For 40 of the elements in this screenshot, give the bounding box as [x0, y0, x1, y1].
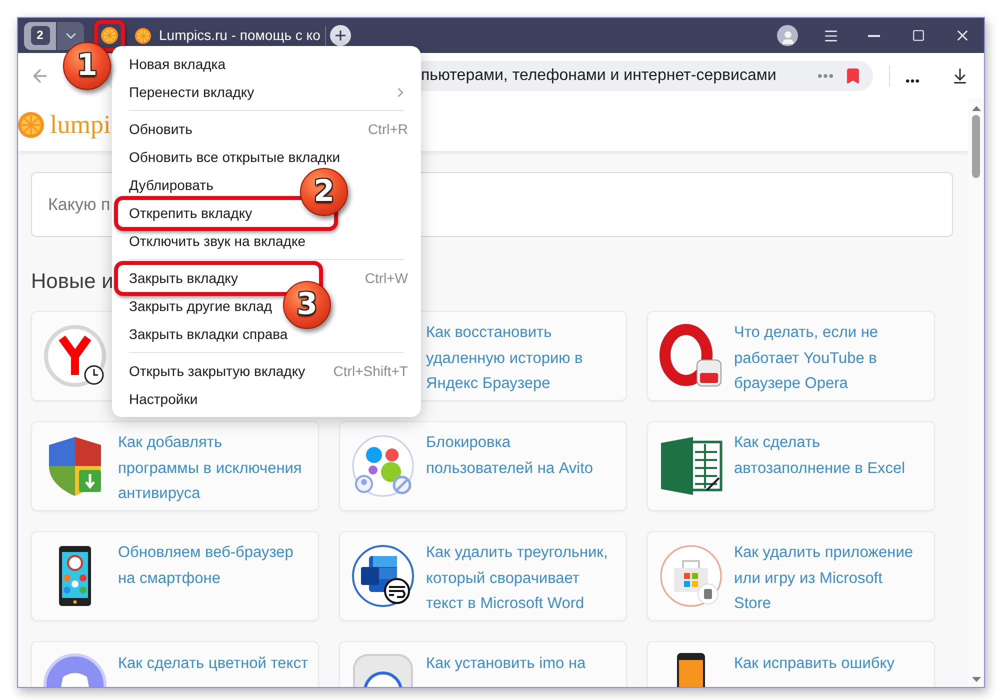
citrus-slice-icon: [101, 27, 118, 44]
keyboard-shortcut: Ctrl+Shift+T: [333, 362, 408, 381]
ring-logo-icon: [659, 324, 723, 388]
user-silhouette-icon: [780, 30, 796, 46]
scrollbar[interactable]: [968, 98, 984, 687]
menu-item[interactable]: Закрыть вкладку: [129, 268, 238, 288]
citrus-slice-icon: [135, 28, 151, 44]
menu-item[interactable]: Обновить все открытые вкладки: [129, 147, 340, 167]
maximize-icon: [912, 29, 924, 42]
profile-avatar[interactable]: [777, 25, 798, 46]
more-dots-icon: [906, 78, 918, 82]
menu-item[interactable]: Настройки: [129, 389, 198, 409]
y-logo-icon: [43, 324, 107, 388]
scrollbar-thumb[interactable]: [972, 115, 980, 178]
document-icon: [351, 544, 415, 608]
dots-icon: [351, 434, 415, 498]
menu-item[interactable]: Закрыть другие вклад: [129, 296, 272, 316]
keyboard-shortcut: Ctrl+W: [364, 269, 408, 288]
tab-list-button[interactable]: [57, 22, 84, 50]
new-tab-button[interactable]: [330, 25, 352, 46]
menu-icon: [823, 28, 839, 44]
minimize-icon: [868, 34, 880, 36]
menu-item[interactable]: Дублировать: [129, 175, 214, 195]
section-heading: Новые и: [31, 269, 114, 295]
keyboard-shortcut: Ctrl+R: [368, 120, 408, 139]
tab-counter-button[interactable]: 2: [24, 22, 56, 50]
logo-text: lumpi: [50, 110, 111, 140]
more-dots-icon: [818, 74, 833, 78]
plus-icon: [333, 28, 348, 43]
menu-item[interactable]: Открепить вкладку: [129, 203, 252, 223]
spreadsheet-icon: [659, 434, 723, 498]
menu-item[interactable]: Обновить: [129, 119, 192, 139]
scroll-up-arrow-icon[interactable]: [972, 106, 980, 111]
logo-icon: [18, 112, 44, 138]
scroll-down-arrow-icon[interactable]: [972, 677, 980, 682]
browser-tab[interactable]: Lumpics.ru - помощь с ко: [131, 20, 322, 50]
shopping-bag-icon: [659, 544, 723, 608]
bookmark-icon: [844, 66, 862, 84]
download-icon: [951, 66, 969, 84]
menu-item[interactable]: Открыть закрытую вкладку: [129, 361, 306, 381]
